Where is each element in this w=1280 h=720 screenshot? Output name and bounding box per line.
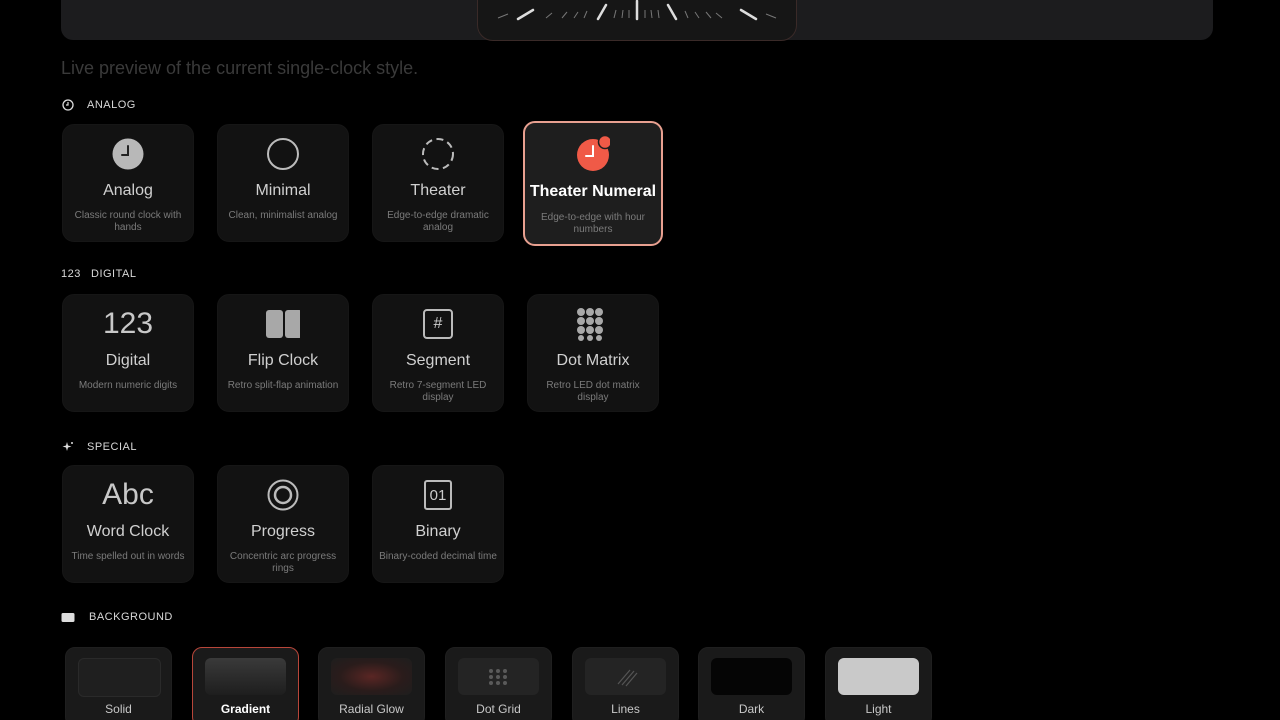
background-option-gradient[interactable]: Gradient xyxy=(192,647,299,720)
background-option-radial-glow[interactable]: Radial Glow xyxy=(318,647,425,720)
section-title: SPECIAL xyxy=(87,441,137,453)
background-option-lines[interactable]: Lines xyxy=(572,647,679,720)
background-label: Gradient xyxy=(220,702,271,716)
style-name: Progress xyxy=(250,523,316,540)
background-option-dot-grid[interactable]: Dot Grid xyxy=(445,647,552,720)
style-desc: Edge-to-edge with hour numbers xyxy=(541,212,645,235)
rectangle-icon xyxy=(61,610,75,624)
style-card-segment[interactable]: # Segment Retro 7-segment LED display xyxy=(372,294,504,412)
progress-rings-icon xyxy=(266,478,300,512)
style-name: Analog xyxy=(103,182,153,199)
binary-icon: 01 xyxy=(421,478,455,512)
style-name: Dot Matrix xyxy=(556,352,630,369)
style-card-progress[interactable]: Progress Concentric arc progress rings xyxy=(217,465,349,583)
style-desc: Modern numeric digits xyxy=(78,380,178,391)
style-desc: Classic round clock with hands xyxy=(74,210,182,233)
style-name: Theater Numeral xyxy=(529,183,657,200)
style-name: Minimal xyxy=(255,182,311,199)
digits-icon: 123 xyxy=(61,268,81,280)
style-card-theater-numeral[interactable]: Theater Numeral Edge-to-edge with hour n… xyxy=(523,121,663,246)
style-card-minimal[interactable]: Minimal Clean, minimalist analog xyxy=(217,124,349,242)
sparkles-icon xyxy=(61,440,75,454)
dot-grid-icon xyxy=(489,669,507,685)
swatch xyxy=(585,658,666,695)
style-name: Digital xyxy=(105,352,151,369)
theater-numeral-clock-icon xyxy=(576,135,610,171)
style-name: Word Clock xyxy=(86,523,170,540)
dot-matrix-icon xyxy=(576,307,610,341)
background-label: Solid xyxy=(105,702,132,716)
section-title: BACKGROUND xyxy=(89,611,173,623)
clock-preview xyxy=(477,0,797,41)
style-desc: Clean, minimalist analog xyxy=(228,210,338,221)
preview-caption: Live preview of the current single-clock… xyxy=(61,58,419,78)
style-card-binary[interactable]: 01 Binary Binary-coded decimal time xyxy=(372,465,504,583)
swatch xyxy=(711,658,792,695)
style-name: Binary xyxy=(415,523,461,540)
background-label: Radial Glow xyxy=(339,702,404,716)
diagonal-lines-icon xyxy=(617,669,638,687)
swatch xyxy=(78,658,161,697)
style-desc: Edge-to-edge dramatic analog xyxy=(387,210,489,233)
section-analog: ANALOG xyxy=(61,98,136,112)
section-special: SPECIAL xyxy=(61,440,137,454)
background-label: Dot Grid xyxy=(476,702,521,716)
style-name: Theater xyxy=(410,182,466,199)
background-label: Light xyxy=(865,702,892,716)
swatch xyxy=(838,658,919,695)
dashed-circle-icon xyxy=(421,137,455,171)
digits-icon: 123 xyxy=(102,307,154,340)
hash-icon: # xyxy=(421,307,455,341)
style-card-dotmatrix[interactable]: Dot Matrix Retro LED dot matrix display xyxy=(527,294,659,412)
style-desc: Retro LED dot matrix display xyxy=(546,380,640,403)
analog-clock-icon xyxy=(111,137,145,171)
hash-icon-glyph: # xyxy=(423,309,453,339)
background-option-light[interactable]: Light xyxy=(825,647,932,720)
style-card-digital[interactable]: 123 Digital Modern numeric digits xyxy=(62,294,194,412)
style-desc: Concentric arc progress rings xyxy=(229,551,337,574)
background-option-solid[interactable]: Solid xyxy=(65,647,172,720)
style-desc: Binary-coded decimal time xyxy=(379,551,497,562)
style-name: Flip Clock xyxy=(247,352,319,369)
style-card-analog[interactable]: Analog Classic round clock with hands xyxy=(62,124,194,242)
swatch xyxy=(331,658,412,695)
swatch xyxy=(458,658,539,695)
style-desc: Retro split-flap animation xyxy=(227,380,339,391)
section-title: DIGITAL xyxy=(91,268,137,280)
style-desc: Time spelled out in words xyxy=(71,551,185,562)
background-label: Lines xyxy=(611,702,640,716)
clock-icon xyxy=(61,98,75,112)
section-title: ANALOG xyxy=(87,99,136,111)
style-card-word[interactable]: Abc Word Clock Time spelled out in words xyxy=(62,465,194,583)
style-name: Segment xyxy=(405,352,471,369)
section-background: BACKGROUND xyxy=(61,610,173,624)
background-option-dark[interactable]: Dark xyxy=(698,647,805,720)
text-icon: Abc xyxy=(102,478,154,511)
style-card-theater[interactable]: Theater Edge-to-edge dramatic analog xyxy=(372,124,504,242)
section-digital: 123 DIGITAL xyxy=(61,268,136,280)
circle-icon xyxy=(266,137,300,171)
style-desc: Retro 7-segment LED display xyxy=(389,380,487,403)
binary-icon-glyph: 01 xyxy=(424,480,452,510)
preview-clock-ticks xyxy=(497,0,777,21)
flip-clock-icon xyxy=(266,307,300,341)
style-card-flip[interactable]: Flip Clock Retro split-flap animation xyxy=(217,294,349,412)
background-label: Dark xyxy=(738,702,765,716)
swatch xyxy=(205,658,286,695)
